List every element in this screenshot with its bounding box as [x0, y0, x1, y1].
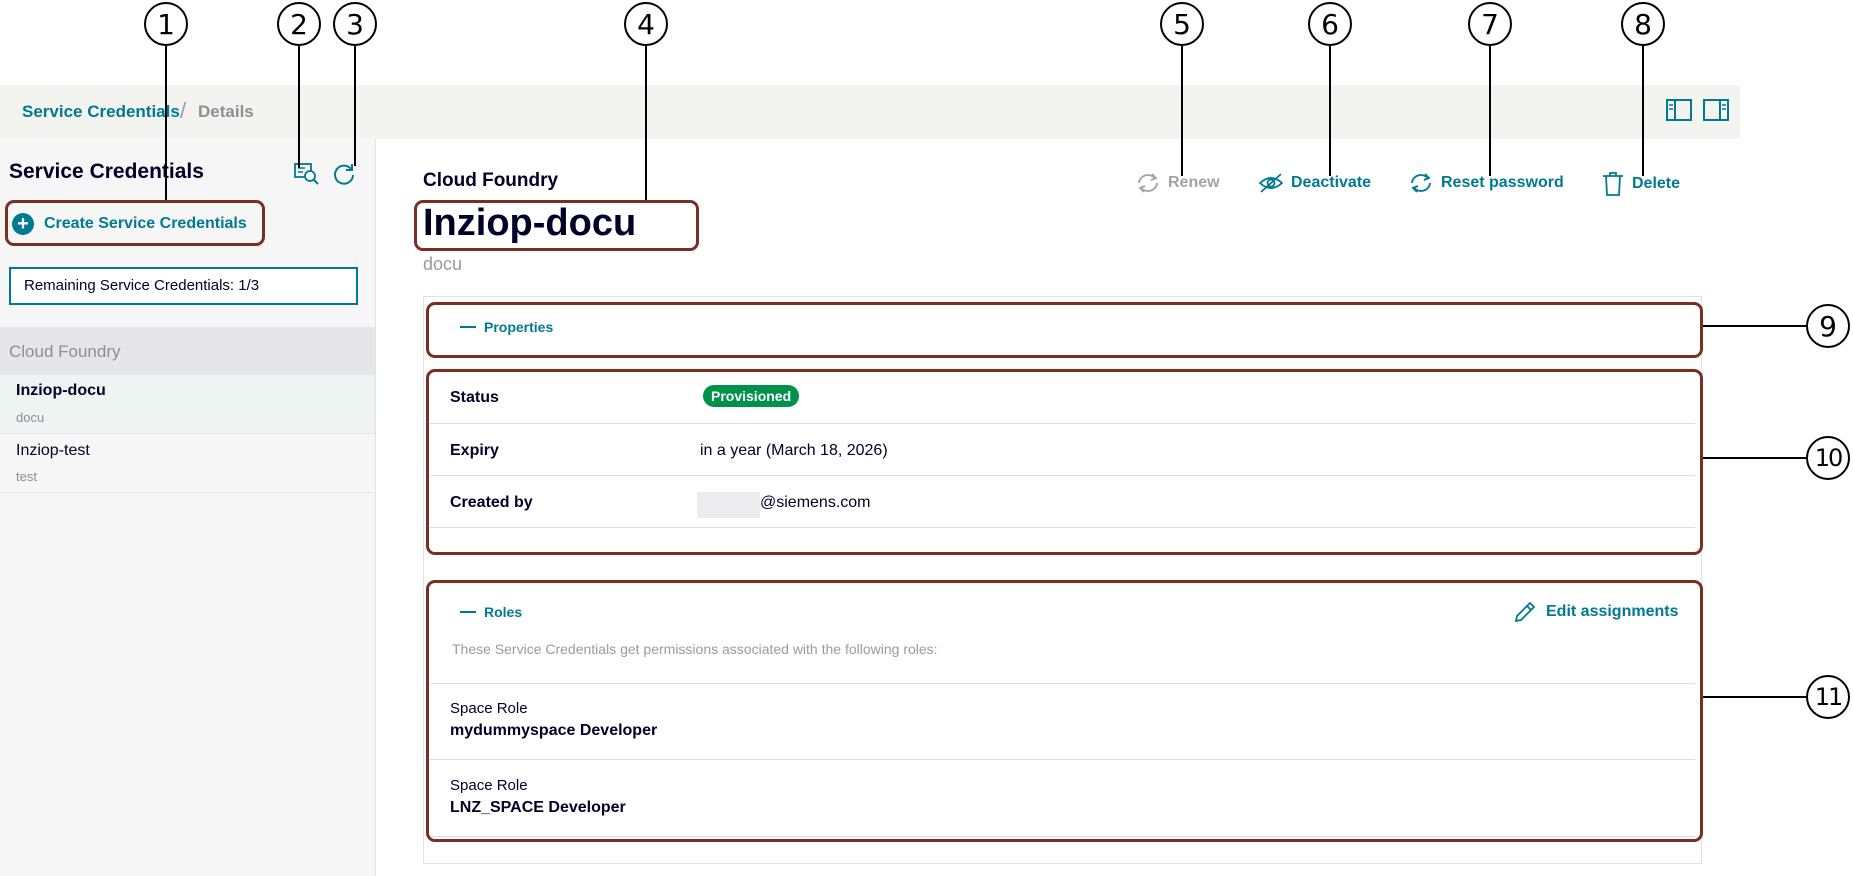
callout-line — [1489, 46, 1491, 176]
highlight-properties-toggle — [426, 302, 1703, 358]
callout-line — [1703, 325, 1807, 327]
renew-button[interactable]: Renew — [1135, 171, 1220, 195]
callout-line — [1642, 46, 1644, 176]
renew-icon — [1138, 173, 1158, 193]
trash-icon — [1603, 172, 1623, 196]
callout-line — [1329, 46, 1331, 176]
callout-6: 6 — [1308, 2, 1352, 46]
callout-line — [354, 46, 356, 166]
highlight-roles-section — [426, 580, 1703, 842]
callout-5: 5 — [1160, 2, 1204, 46]
callout-line — [645, 46, 647, 200]
list-item-subtitle: test — [16, 469, 37, 484]
list-item-subtitle: docu — [16, 410, 45, 425]
delete-label: Delete — [1632, 175, 1681, 192]
sidebar — [0, 139, 376, 876]
callout-line — [165, 46, 167, 200]
page-description: docu — [423, 254, 463, 274]
group-label: Cloud Foundry — [9, 342, 121, 361]
callout-3: 3 — [333, 2, 377, 46]
callout-8: 8 — [1621, 2, 1665, 46]
callout-7: 7 — [1468, 2, 1512, 46]
callout-line — [1703, 457, 1807, 459]
page-subtitle: Cloud Foundry — [423, 170, 559, 191]
callout-line — [1181, 46, 1183, 176]
callout-11: 11 — [1806, 675, 1850, 719]
reset-icon — [1411, 173, 1431, 193]
sidebar-title: Service Credentials — [9, 160, 204, 183]
remaining-credentials-field: Remaining Service Credentials: 1/3 — [9, 267, 358, 305]
callout-line — [298, 46, 300, 168]
refresh-icon[interactable] — [332, 162, 356, 186]
highlight-properties-table — [426, 369, 1703, 555]
deactivate-button[interactable]: Deactivate — [1258, 171, 1371, 195]
breadcrumb-current: Details — [198, 102, 254, 121]
breadcrumb-link[interactable]: Service Credentials — [22, 102, 180, 122]
callout-line — [1703, 696, 1807, 698]
renew-label: Renew — [1168, 174, 1220, 191]
callout-9: 9 — [1806, 304, 1850, 348]
reset-password-label: Reset password — [1441, 174, 1564, 191]
eye-slash-icon — [1258, 173, 1284, 193]
callout-10: 10 — [1806, 436, 1850, 480]
callout-4: 4 — [624, 2, 668, 46]
callout-1: 1 — [144, 2, 188, 46]
callout-2: 2 — [277, 2, 321, 46]
deactivate-label: Deactivate — [1291, 174, 1372, 191]
top-bar — [0, 85, 1740, 139]
layout-left-panel-icon[interactable] — [1666, 99, 1692, 121]
layout-right-panel-icon[interactable] — [1703, 99, 1729, 121]
breadcrumb-separator: / — [180, 98, 187, 123]
highlight-create-button — [5, 200, 265, 246]
reset-password-button[interactable]: Reset password — [1408, 171, 1564, 195]
delete-button[interactable]: Delete — [1601, 171, 1680, 197]
list-item-title: Inziop-test — [16, 442, 90, 459]
highlight-title — [414, 200, 699, 251]
list-item-title: Inziop-docu — [16, 382, 106, 399]
